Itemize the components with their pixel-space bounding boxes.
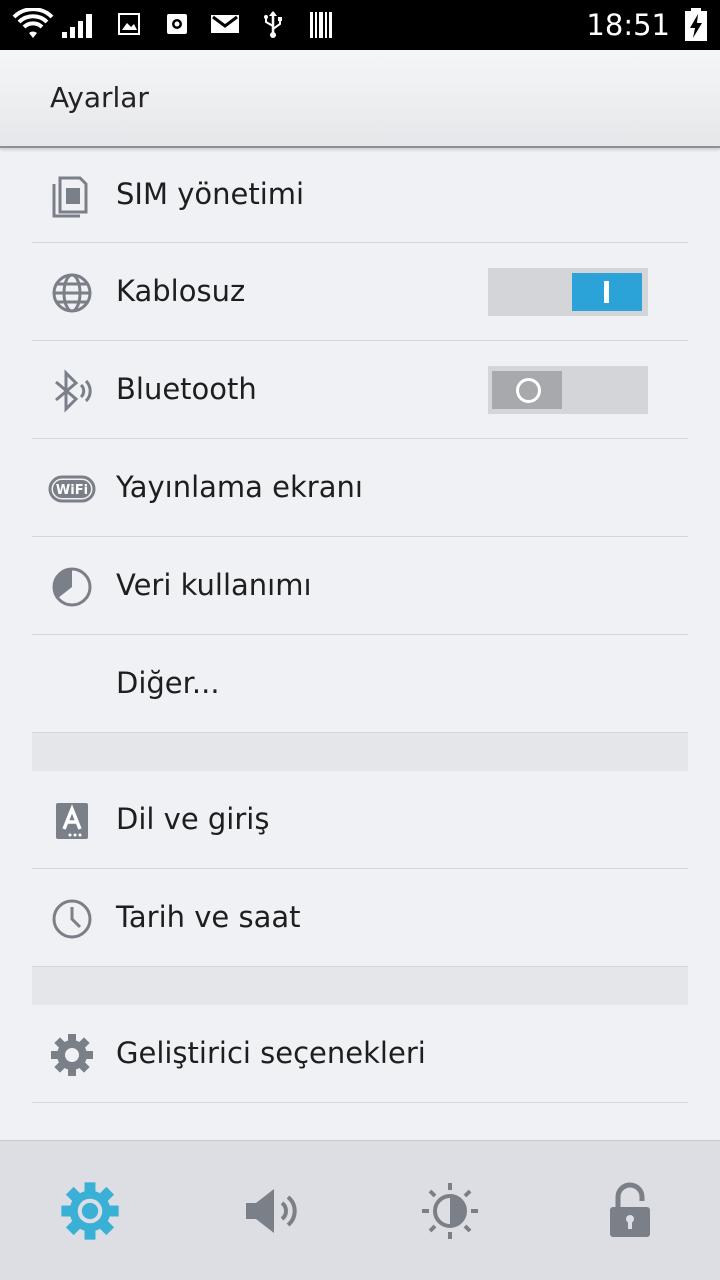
image-icon <box>118 13 140 39</box>
wifi-icon <box>12 7 54 44</box>
camera-icon <box>166 13 188 39</box>
clock-icon <box>50 897 94 941</box>
bottom-tab-bar <box>0 1140 720 1280</box>
settings-item-more[interactable]: Diğer... <box>32 635 688 733</box>
page-title: Ayarlar <box>50 81 149 114</box>
usb-icon <box>262 10 284 42</box>
settings-list: SIM yönetimi Kablosuz Bluetooth WiFi Yay… <box>32 148 688 1103</box>
settings-item-label: Dil ve giriş <box>116 802 270 836</box>
settings-item-cast-screen[interactable]: WiFi Yayınlama ekranı <box>32 439 688 537</box>
svg-text:WiFi: WiFi <box>56 483 88 498</box>
settings-screen: 18:51 Ayarlar SIM yönetimi Kablosuz Blue… <box>0 0 720 1280</box>
bluetooth-icon <box>50 369 94 413</box>
settings-item-wireless[interactable]: Kablosuz <box>32 243 688 341</box>
section-divider <box>32 967 688 1005</box>
gmail-icon <box>210 14 240 38</box>
settings-item-data-usage[interactable]: Veri kullanımı <box>32 537 688 635</box>
status-clock: 18:51 <box>586 8 670 42</box>
tab-display[interactable] <box>420 1181 480 1241</box>
brightness-icon <box>420 1183 480 1245</box>
tab-settings[interactable] <box>60 1181 120 1241</box>
gear-icon <box>50 1033 94 1077</box>
barcode-icon <box>310 12 332 42</box>
bluetooth-toggle[interactable] <box>488 366 648 414</box>
battery-charging-icon <box>684 8 708 46</box>
action-bar: Ayarlar <box>0 50 720 148</box>
settings-item-label: Geliştirici seçenekleri <box>116 1036 426 1070</box>
speaker-icon <box>242 1189 302 1245</box>
settings-item-label: Diğer... <box>116 666 220 700</box>
tab-sound[interactable] <box>242 1181 302 1241</box>
settings-item-bluetooth[interactable]: Bluetooth <box>32 341 688 439</box>
settings-item-label: Tarih ve saat <box>116 900 301 934</box>
section-divider <box>32 733 688 771</box>
settings-item-label: Kablosuz <box>116 274 246 308</box>
settings-item-language[interactable]: Dil ve giriş <box>32 771 688 869</box>
status-bar: 18:51 <box>0 0 720 50</box>
data-usage-icon <box>50 565 94 609</box>
toggle-knob <box>572 273 642 311</box>
language-icon <box>50 799 94 843</box>
sim-card-icon <box>50 174 94 218</box>
wifi-display-icon: WiFi <box>48 467 96 511</box>
settings-item-date-time[interactable]: Tarih ve saat <box>32 869 688 967</box>
settings-item-developer-options[interactable]: Geliştirici seçenekleri <box>32 1005 688 1103</box>
globe-icon <box>50 271 94 315</box>
toggle-knob <box>492 371 562 409</box>
gear-icon <box>60 1182 120 1245</box>
settings-item-label: SIM yönetimi <box>116 177 305 211</box>
lock-icon <box>600 1182 660 1245</box>
settings-item-label: Veri kullanımı <box>116 568 312 602</box>
settings-item-label: Bluetooth <box>116 372 257 406</box>
settings-item-label: Yayınlama ekranı <box>116 470 363 504</box>
tab-security[interactable] <box>600 1181 660 1241</box>
settings-item-sim[interactable]: SIM yönetimi <box>32 148 688 243</box>
wireless-toggle[interactable] <box>488 268 648 316</box>
signal-icon <box>62 12 96 42</box>
